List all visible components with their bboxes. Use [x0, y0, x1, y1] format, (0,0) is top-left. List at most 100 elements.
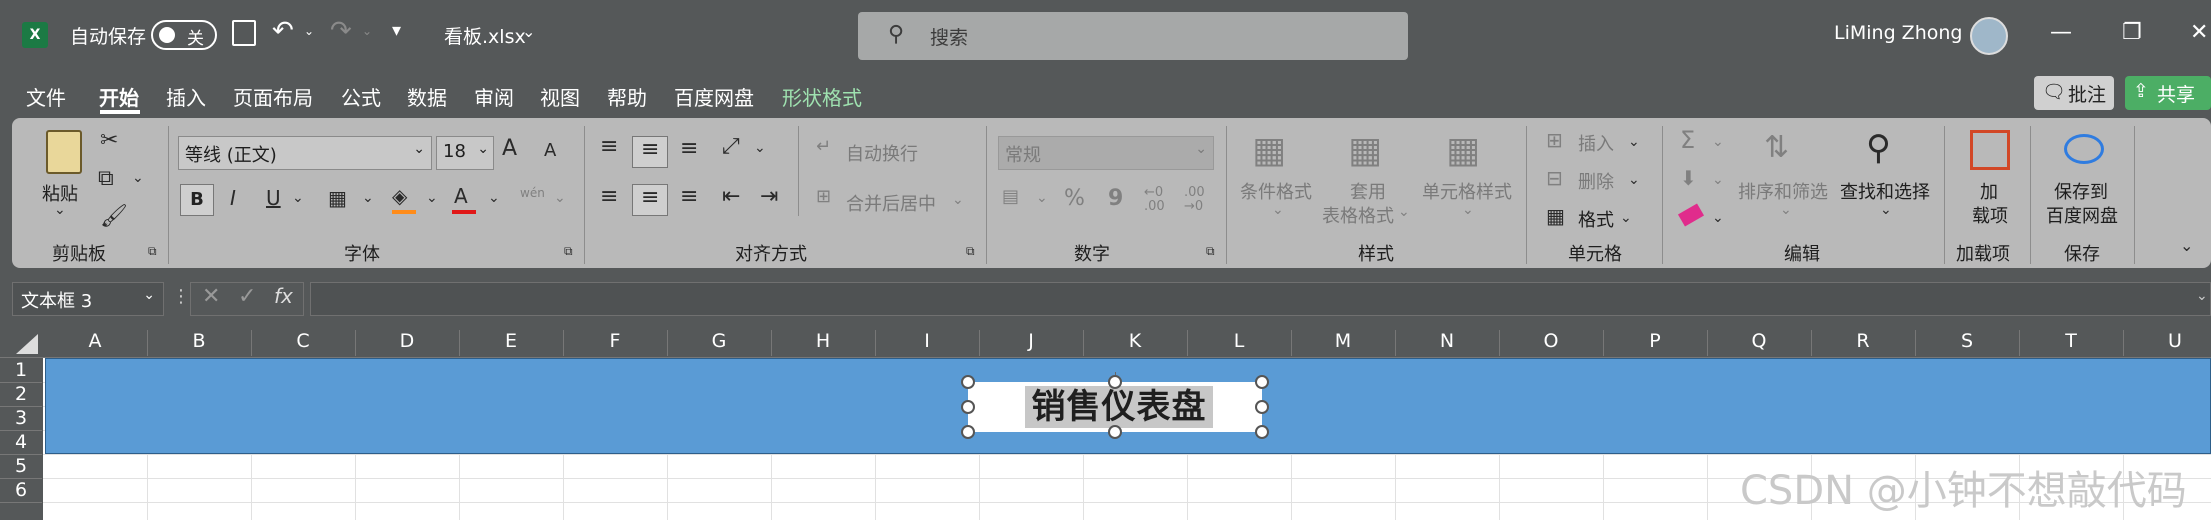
avatar[interactable]	[1970, 17, 2008, 55]
resize-handle-ne[interactable]	[1255, 375, 1269, 389]
column-header-f[interactable]: F	[563, 330, 667, 352]
align-left-icon[interactable]: ≡	[600, 184, 618, 209]
align-bottom-icon[interactable]: ≡	[680, 136, 698, 161]
tab-baidu-netdisk[interactable]: 百度网盘	[674, 82, 754, 111]
column-header-g[interactable]: G	[667, 330, 771, 352]
column-header-n[interactable]: N	[1395, 330, 1499, 352]
baidu-netdisk-icon[interactable]	[2064, 134, 2104, 164]
column-header-d[interactable]: D	[355, 330, 459, 352]
delete-dropdown-icon[interactable]: ⌄	[1628, 172, 1640, 188]
tab-help[interactable]: 帮助	[607, 82, 647, 111]
format-as-table-label-2[interactable]: 表格格式	[1322, 202, 1394, 228]
accounting-format-icon[interactable]: ▤	[1002, 186, 1019, 207]
addins-label-2[interactable]: 载项	[1972, 202, 2008, 228]
file-name[interactable]: 看板.xlsx	[444, 22, 526, 49]
merge-center-icon[interactable]: ⊞	[816, 186, 831, 207]
decrease-decimal-button[interactable]: .00 →0	[1184, 186, 1218, 214]
alignment-launcher-icon[interactable]: ⧉	[966, 244, 975, 259]
tab-page-layout[interactable]: 页面布局	[233, 82, 313, 111]
tab-data[interactable]: 数据	[407, 82, 447, 111]
underline-button[interactable]: U	[266, 186, 281, 210]
row-header-3[interactable]: 3	[0, 406, 42, 430]
fill-color-icon[interactable]: ◈	[392, 184, 407, 208]
resize-handle-n[interactable]	[1108, 375, 1122, 389]
format-as-table-icon[interactable]: ▦	[1348, 130, 1382, 171]
format-cells-label[interactable]: 格式	[1578, 206, 1614, 232]
resize-handle-sw[interactable]	[961, 425, 975, 439]
column-header-j[interactable]: J	[979, 330, 1083, 352]
column-header-c[interactable]: C	[251, 330, 355, 352]
format-as-table-label-1[interactable]: 套用	[1350, 178, 1386, 204]
find-dropdown-icon[interactable]: ⌄	[1880, 202, 1892, 218]
minimize-icon[interactable]: —	[2050, 20, 2072, 45]
number-launcher-icon[interactable]: ⧉	[1206, 244, 1215, 259]
row-header-5[interactable]: 5	[0, 454, 42, 478]
column-header-q[interactable]: Q	[1707, 330, 1811, 352]
find-select-icon[interactable]: ⚲	[1866, 128, 1891, 168]
filename-chevron-icon[interactable]: ⌄	[522, 22, 535, 41]
resize-handle-s[interactable]	[1108, 425, 1122, 439]
restore-icon[interactable]: ❐	[2122, 20, 2142, 45]
borders-dropdown-icon[interactable]: ⌄	[362, 190, 374, 206]
orientation-dropdown-icon[interactable]: ⌄	[754, 140, 766, 156]
column-header-l[interactable]: L	[1187, 330, 1291, 352]
dashboard-title[interactable]: 销售仪表盘	[1025, 386, 1213, 428]
formula-input[interactable]	[310, 282, 2211, 316]
fill-color-dropdown-icon[interactable]: ⌄	[426, 190, 438, 206]
save-to-label-2[interactable]: 百度网盘	[2046, 202, 2118, 228]
phonetic-guide-icon[interactable]: wén	[520, 186, 545, 200]
comma-style-button[interactable]: 9	[1108, 186, 1123, 211]
tab-formulas[interactable]: 公式	[341, 82, 381, 111]
addins-icon[interactable]	[1970, 130, 2010, 170]
delete-cells-icon[interactable]: ⊟	[1546, 166, 1563, 190]
clear-dropdown-icon[interactable]: ⌄	[1712, 210, 1724, 226]
wrap-text-label[interactable]: 自动换行	[846, 140, 918, 166]
insert-function-button[interactable]: fx	[274, 284, 293, 308]
user-name[interactable]: LiMing Zhong	[1834, 22, 1962, 44]
column-header-b[interactable]: B	[147, 330, 251, 352]
search-box[interactable]: ⚲ 搜索	[858, 12, 1408, 60]
tab-review[interactable]: 审阅	[474, 82, 514, 111]
borders-icon[interactable]: ▦	[328, 186, 347, 210]
undo-icon[interactable]: ↶	[272, 16, 294, 46]
sort-filter-label[interactable]: 排序和筛选	[1738, 178, 1828, 204]
column-header-s[interactable]: S	[1915, 330, 2019, 352]
column-header-p[interactable]: P	[1603, 330, 1707, 352]
undo-dropdown-icon[interactable]: ⌄	[304, 24, 314, 38]
increase-decimal-button[interactable]: ←0 .00	[1144, 186, 1178, 214]
resize-handle-se[interactable]	[1255, 425, 1269, 439]
expand-formula-icon[interactable]: ⌄	[2196, 288, 2208, 304]
fill-icon[interactable]: ⬇	[1680, 166, 1697, 190]
tab-home[interactable]: 开始	[99, 82, 139, 111]
wrap-text-icon[interactable]: ↵	[816, 136, 831, 157]
column-header-t[interactable]: T	[2019, 330, 2123, 352]
cut-icon[interactable]: ✂	[100, 128, 118, 153]
column-header-k[interactable]: K	[1083, 330, 1187, 352]
merge-center-label[interactable]: 合并后居中	[846, 190, 936, 216]
sort-filter-icon[interactable]: ⇅	[1764, 130, 1789, 165]
cancel-icon[interactable]: ✕	[202, 284, 220, 309]
row-header-1[interactable]: 1	[0, 358, 42, 382]
grow-font-icon[interactable]: A	[502, 136, 517, 161]
customize-toolbar-icon[interactable]: ▾	[392, 20, 401, 41]
column-header-m[interactable]: M	[1291, 330, 1395, 352]
format-dropdown-icon[interactable]: ⌄	[1620, 210, 1632, 226]
name-box[interactable]: 文本框 3 ⌄	[12, 282, 164, 316]
resize-handle-w[interactable]	[961, 400, 975, 414]
row-header-6[interactable]: 6	[0, 478, 42, 502]
conditional-formatting-label[interactable]: 条件格式	[1240, 178, 1312, 204]
addins-label-1[interactable]: 加	[1980, 178, 1998, 204]
align-center-button[interactable]: ≡	[632, 184, 668, 216]
tab-shape-format[interactable]: 形状格式	[782, 82, 862, 111]
comments-button[interactable]: 🗨 批注	[2034, 76, 2114, 110]
resize-handle-e[interactable]	[1255, 400, 1269, 414]
column-header-a[interactable]: A	[43, 330, 147, 352]
copy-icon[interactable]: ⧉	[98, 166, 114, 191]
orientation-icon[interactable]: ⤢	[722, 134, 740, 159]
column-header-u[interactable]: U	[2123, 330, 2211, 352]
percent-style-button[interactable]: %	[1064, 186, 1085, 211]
font-color-dropdown-icon[interactable]: ⌄	[488, 190, 500, 206]
row-header-2[interactable]: 2	[0, 382, 42, 406]
insert-cells-icon[interactable]: ⊞	[1546, 128, 1563, 152]
column-header-h[interactable]: H	[771, 330, 875, 352]
